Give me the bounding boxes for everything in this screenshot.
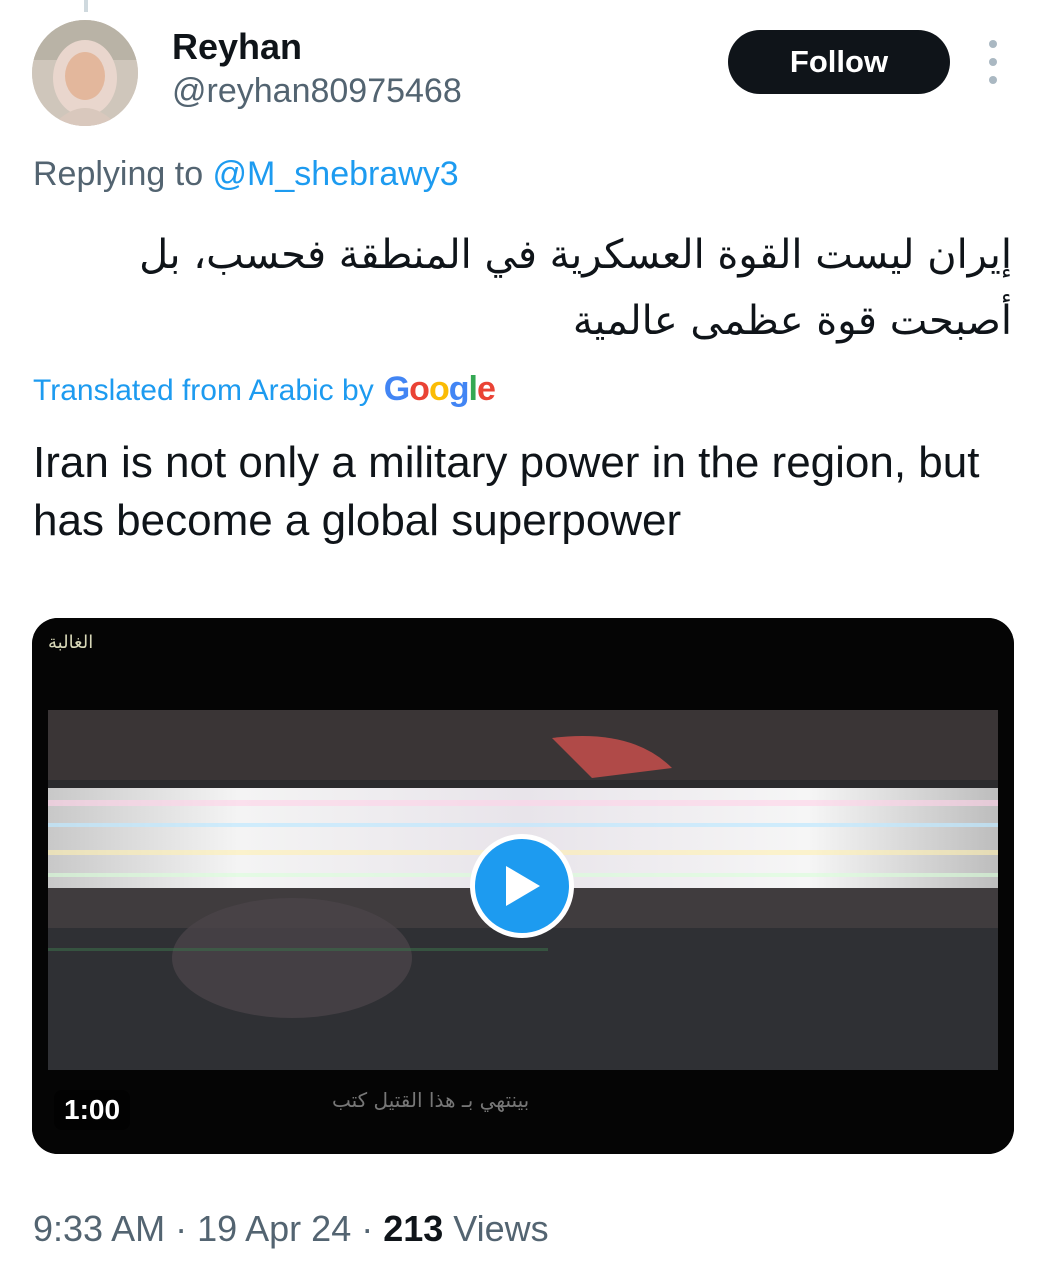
user-handle[interactable]: @reyhan80975468 [172, 72, 462, 111]
views-count: 213 [383, 1208, 444, 1249]
follow-button[interactable]: Follow [728, 30, 950, 94]
play-icon[interactable] [470, 834, 574, 938]
channel-logo: الغالبة [48, 632, 94, 653]
views-label: Views [443, 1208, 549, 1249]
replying-to: Replying to @M_shebrawy3 [33, 155, 459, 194]
avatar[interactable] [32, 20, 138, 126]
video-player[interactable]: الغالبة بينتهي بـ هذا القتيل كتب 1:00 [32, 618, 1014, 1154]
tweet-date[interactable]: 19 Apr 24 [197, 1208, 351, 1249]
replying-to-label: Replying to [33, 155, 213, 193]
translated-from-label[interactable]: Translated from Arabic by [33, 374, 374, 408]
translated-tweet-text: Iran is not only a military power in the… [33, 438, 980, 545]
google-logo: Google [383, 370, 496, 408]
tweet-meta: 9:33 AM · 19 Apr 24 · 213 Views [33, 1208, 549, 1249]
video-duration: 1:00 [54, 1090, 131, 1130]
video-subtitle: بينتهي بـ هذا القتيل كتب [332, 1088, 530, 1112]
thread-connector-line [84, 0, 88, 12]
translation-attribution: Translated from Arabic by Google [33, 370, 496, 409]
user-display-name[interactable]: Reyhan [172, 26, 302, 68]
original-tweet-text: إيران ليست القوة العسكرية في المنطقة فحس… [139, 232, 1012, 344]
reply-mention-link[interactable]: @M_shebrawy3 [213, 155, 459, 193]
tweet-time[interactable]: 9:33 AM [33, 1208, 165, 1249]
more-options-icon[interactable] [978, 40, 1008, 84]
